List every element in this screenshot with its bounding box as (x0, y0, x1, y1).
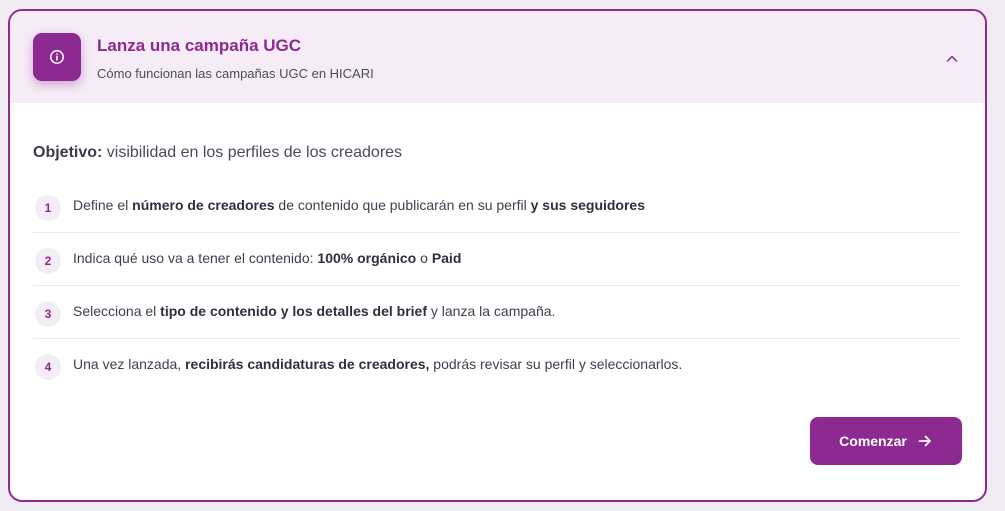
ugc-campaign-card: Lanza una campaña UGC Cómo funcionan las… (8, 9, 987, 502)
header-subtitle: Cómo funcionan las campañas UGC en HICAR… (97, 66, 374, 81)
collapse-button[interactable] (942, 49, 962, 69)
step-text-bold: recibirás candidaturas de creadores, (185, 356, 430, 372)
step-text: Una vez lanzada, recibirás candidaturas … (73, 356, 682, 372)
step-text-part: y lanza la campaña. (427, 303, 556, 319)
step-text-bold: número de creadores (132, 197, 275, 213)
step-text: Indica qué uso va a tener el contenido: … (73, 250, 461, 266)
step-number-badge: 1 (35, 195, 61, 221)
chevron-up-icon (946, 55, 958, 62)
steps-list: 1 Define el número de creadores de conten… (33, 180, 960, 392)
objective-text: visibilidad en los perfiles de los cread… (102, 144, 403, 161)
step-item: 3 Selecciona el tipo de contenido y los d… (33, 286, 960, 339)
info-icon (50, 50, 64, 64)
step-text-bold: 100% orgánico (317, 250, 417, 266)
objective-label: Objetivo: (33, 144, 103, 161)
step-item: 4 Una vez lanzada, recibirás candidaturas… (33, 339, 960, 392)
step-text-part: Una vez lanzada, (73, 356, 186, 372)
step-text: Define el número de creadores de conteni… (73, 197, 645, 213)
header-title: Lanza una campaña UGC (97, 36, 302, 55)
card-header[interactable]: Lanza una campaña UGC Cómo funcionan las… (10, 11, 985, 103)
step-text-bold: y sus seguidores (530, 197, 646, 213)
step-number-badge: 3 (35, 301, 61, 327)
step-text-part: podrás revisar su perfil y seleccionarlo… (429, 356, 683, 372)
objective: Objetivo: visibilidad en los perfiles de… (33, 144, 402, 162)
step-text-part: Selecciona el (73, 303, 161, 319)
arrow-right-icon (918, 435, 931, 447)
step-text-part: de contenido que publicarán en su perfil (274, 197, 531, 213)
step-text-part: o (416, 250, 432, 266)
start-button[interactable]: Comenzar (810, 417, 962, 465)
step-item: 2 Indica qué uso va a tener el contenido:… (33, 233, 960, 286)
step-item: 1 Define el número de creadores de conten… (33, 180, 960, 233)
step-text-bold: tipo de contenido y los detalles del bri… (160, 303, 427, 319)
step-text-part: Define el (73, 197, 133, 213)
step-number-badge: 2 (35, 248, 61, 274)
step-number-badge: 4 (35, 354, 61, 380)
header-icon-box (33, 33, 81, 81)
step-text-bold: Paid (431, 250, 462, 266)
step-text: Selecciona el tipo de contenido y los de… (73, 303, 555, 319)
step-text-part: Indica qué uso va a tener el contenido: (73, 250, 318, 266)
start-button-label: Comenzar (839, 433, 907, 449)
